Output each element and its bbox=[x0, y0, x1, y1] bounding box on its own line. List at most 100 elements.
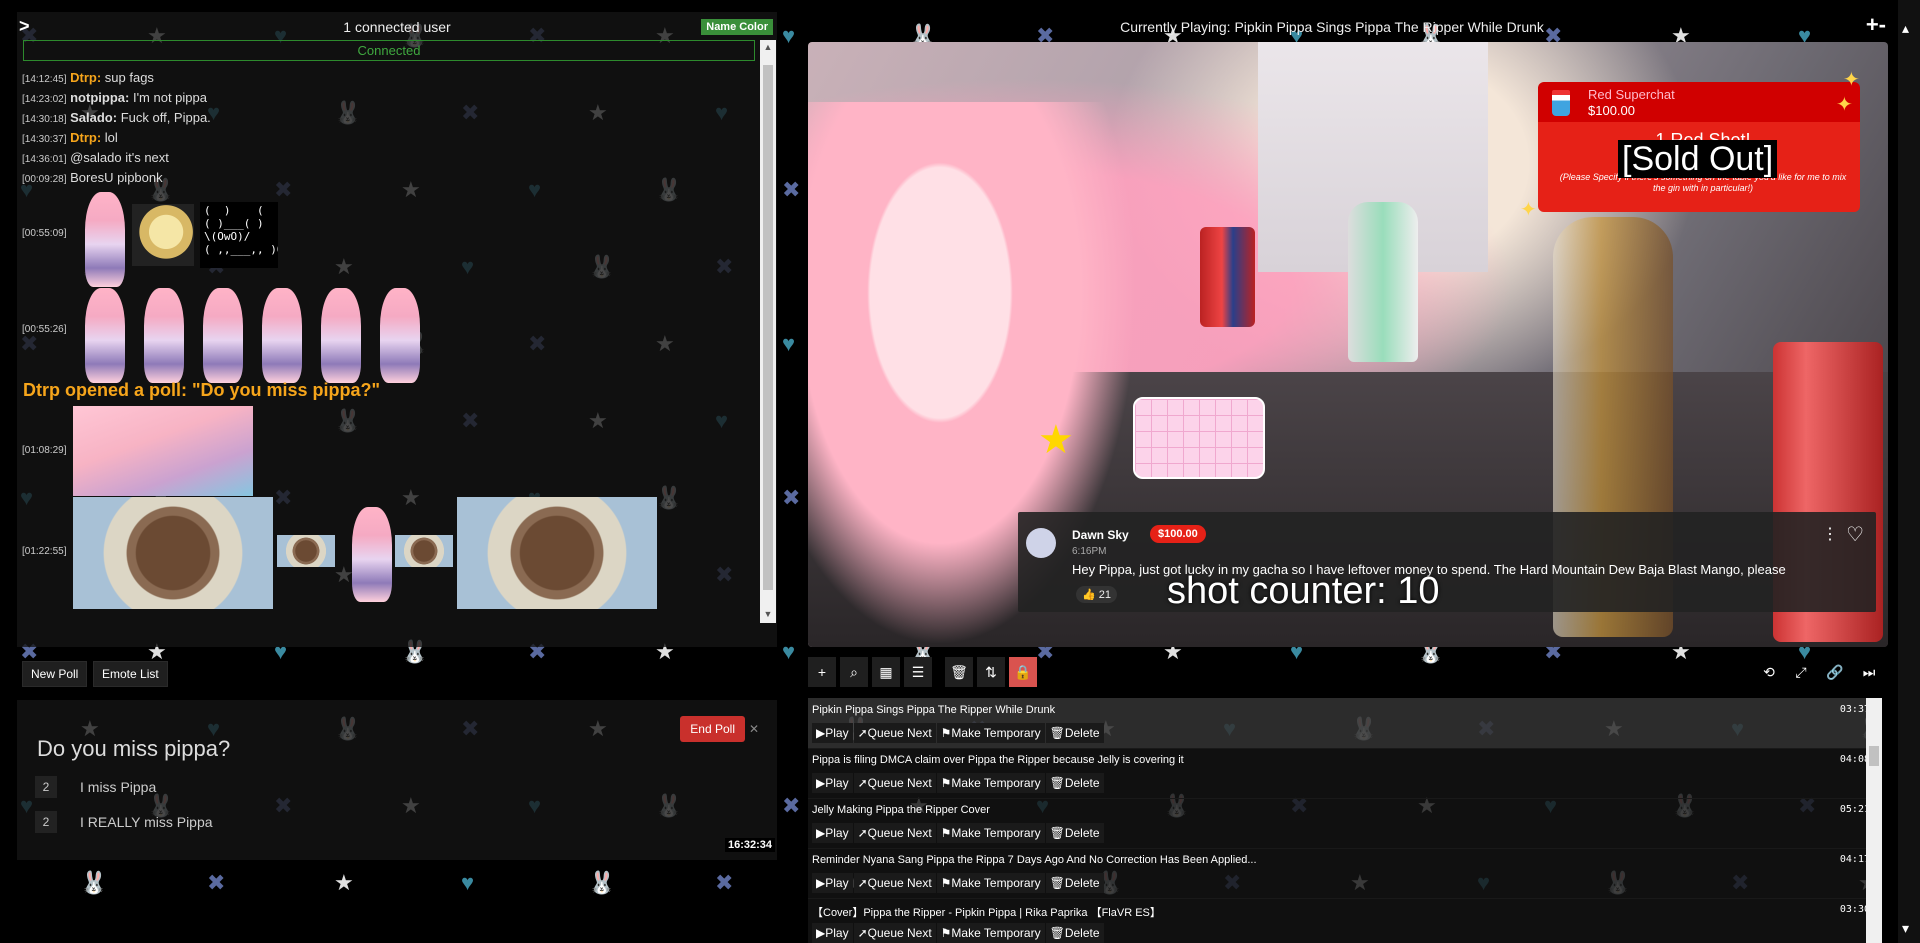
portrait-emote bbox=[395, 535, 453, 567]
timestamp: [14:30:18] bbox=[22, 114, 67, 125]
delete-button[interactable]: 🗑Delete bbox=[1045, 723, 1104, 743]
heart-icon: ♥ bbox=[782, 331, 796, 356]
list-view-button[interactable]: ☰ bbox=[904, 657, 932, 687]
grid-view-button[interactable]: ▦ bbox=[872, 657, 900, 687]
superchat-header: Red Superchat $100.00 bbox=[1538, 82, 1860, 122]
scroll-up-icon[interactable]: ▲ bbox=[760, 42, 776, 56]
pippa-emote bbox=[352, 507, 392, 602]
username[interactable]: notpippa: bbox=[70, 90, 129, 105]
resize-player-icon[interactable]: +- bbox=[1866, 12, 1886, 38]
make-temporary-button[interactable]: ⚑Make Temporary bbox=[936, 873, 1045, 893]
pippa-emote bbox=[380, 288, 420, 383]
like-count-value: 21 bbox=[1098, 589, 1112, 601]
message-text: BoresU pipbonk bbox=[70, 170, 163, 185]
delete-button[interactable]: 🗑Delete bbox=[1045, 923, 1104, 943]
timestamp: [14:36:01] bbox=[22, 154, 67, 165]
playlist-item[interactable]: Pippa is filing DMCA claim over Pippa th… bbox=[808, 748, 1874, 799]
cross-icon: ✖ bbox=[782, 177, 801, 202]
queue-next-button[interactable]: ➚Queue Next bbox=[853, 823, 936, 843]
sparkle-icon: ✦ bbox=[1520, 199, 1537, 221]
shuffle-button[interactable]: ⇅ bbox=[977, 657, 1005, 687]
skip-icon: ⏭ bbox=[1862, 664, 1876, 680]
message-text: @salado it's next bbox=[70, 150, 169, 165]
search-icon: ⌕ bbox=[850, 664, 858, 680]
playlist-scrollbar[interactable] bbox=[1866, 698, 1882, 943]
username[interactable]: Salado: bbox=[70, 110, 117, 125]
end-poll-button[interactable]: End Poll bbox=[680, 716, 745, 742]
video-title: 【Cover】Pippa the Ripper - Pipkin Pippa |… bbox=[812, 907, 1161, 919]
video-title: Pippa is filing DMCA claim over Pippa th… bbox=[812, 754, 1184, 766]
sparkle-icon: ✦ bbox=[1836, 94, 1853, 116]
list-icon: ☰ bbox=[911, 664, 925, 680]
playlist-item[interactable]: Pipkin Pippa Sings Pippa The Ripper Whil… bbox=[808, 698, 1874, 749]
search-button[interactable]: ⌕ bbox=[840, 657, 868, 687]
make-temporary-button[interactable]: ⚑Make Temporary bbox=[936, 823, 1045, 843]
make-temporary-button[interactable]: ⚑Make Temporary bbox=[936, 923, 1045, 943]
make-temporary-button[interactable]: ⚑Make Temporary bbox=[936, 773, 1045, 793]
comment-time: 6:16PM bbox=[1072, 546, 1107, 557]
reload-button[interactable]: ⟲ bbox=[1754, 657, 1784, 687]
delete-button[interactable]: 🗑Delete bbox=[1045, 773, 1104, 793]
pippa-emote bbox=[321, 288, 361, 383]
play-button[interactable]: ▶Play bbox=[812, 773, 853, 793]
playlist-item[interactable]: Reminder Nyana Sang Pippa the Rippa 7 Da… bbox=[808, 848, 1874, 899]
chat-panel: > 1 connected user Name Color Connected … bbox=[17, 12, 777, 647]
username[interactable]: Dtrp: bbox=[70, 70, 101, 85]
name-color-button[interactable]: Name Color bbox=[701, 19, 773, 35]
pippa-emote bbox=[85, 288, 125, 383]
vote-count[interactable]: 2 bbox=[35, 776, 57, 798]
pippa-emote bbox=[262, 288, 302, 383]
vote-count[interactable]: 2 bbox=[35, 811, 57, 833]
add-video-button[interactable]: + bbox=[808, 657, 836, 687]
close-poll-icon[interactable]: ✕ bbox=[749, 722, 759, 736]
play-button[interactable]: ▶Play bbox=[812, 723, 853, 743]
scroll-down-icon[interactable]: ▼ bbox=[760, 609, 776, 623]
cross-icon: ✖ bbox=[715, 870, 734, 895]
grid-icon: ▦ bbox=[879, 664, 893, 680]
shot-counter: shot counter: 10 bbox=[1167, 570, 1440, 612]
play-button[interactable]: ▶Play bbox=[812, 923, 853, 943]
play-button[interactable]: ▶Play bbox=[812, 873, 853, 893]
emote-list-button[interactable]: Emote List bbox=[93, 661, 168, 687]
more-options-icon[interactable]: ⋮ bbox=[1822, 524, 1838, 544]
queue-next-button[interactable]: ➚Queue Next bbox=[853, 923, 936, 943]
link-button[interactable]: 🔗 bbox=[1820, 657, 1850, 687]
new-poll-button[interactable]: New Poll bbox=[22, 661, 88, 687]
heart-icon[interactable]: ♡ bbox=[1846, 522, 1864, 547]
trash-icon: 🗑 bbox=[950, 664, 968, 680]
chat-message: [00:09:28] BoresU pipbonk bbox=[22, 170, 163, 185]
repeat-icon: ⟲ bbox=[1763, 664, 1775, 680]
fullscreen-button[interactable]: ⤢ bbox=[1786, 657, 1816, 687]
chat-message: [14:23:02] notpippa: I'm not pippa bbox=[22, 90, 207, 105]
scroll-thumb[interactable] bbox=[763, 65, 773, 590]
portrait-emote bbox=[277, 535, 335, 567]
sold-out-label: [Sold Out] bbox=[1618, 140, 1778, 178]
scroll-up-icon[interactable]: ▴ bbox=[1902, 20, 1909, 37]
delete-button[interactable]: 🗑Delete bbox=[1045, 823, 1104, 843]
play-button[interactable]: ▶Play bbox=[812, 823, 853, 843]
make-temporary-button[interactable]: ⚑Make Temporary bbox=[936, 723, 1045, 743]
scroll-thumb[interactable] bbox=[1869, 746, 1879, 766]
chat-scrollbar[interactable]: ▲ ▼ bbox=[760, 40, 776, 623]
clear-playlist-button[interactable]: 🗑 bbox=[945, 657, 973, 687]
username[interactable]: Dtrp: bbox=[70, 130, 101, 145]
queue-next-button[interactable]: ➚Queue Next bbox=[853, 773, 936, 793]
playlist-item[interactable]: Jelly Making Pippa the Ripper Cover 05:2… bbox=[808, 798, 1874, 849]
timestamp: [01:08:29] bbox=[22, 445, 67, 456]
sparkle-icon: ✦ bbox=[1843, 69, 1860, 91]
playlist-item[interactable]: 【Cover】Pippa the Ripper - Pipkin Pippa |… bbox=[808, 898, 1874, 943]
queue-next-button[interactable]: ➚Queue Next bbox=[853, 723, 936, 743]
delete-button[interactable]: 🗑Delete bbox=[1045, 873, 1104, 893]
queue-next-button[interactable]: ➚Queue Next bbox=[853, 873, 936, 893]
lock-playlist-button[interactable]: 🔒 bbox=[1009, 657, 1037, 687]
item-actions: ▶Play ➚Queue Next ⚑Make Temporary 🗑Delete bbox=[812, 873, 1105, 893]
cross-icon: ✖ bbox=[782, 793, 801, 818]
now-playing-title: Currently Playing: Pipkin Pippa Sings Pi… bbox=[1120, 19, 1544, 35]
skip-button[interactable]: ⏭ bbox=[1854, 657, 1884, 687]
page-scrollbar[interactable]: ▴ ▾ bbox=[1898, 0, 1920, 943]
item-actions: ▶Play ➚Queue Next ⚑Make Temporary 🗑Delete bbox=[812, 773, 1105, 793]
poll-announcement: Dtrp opened a poll: "Do you miss pippa?" bbox=[23, 380, 381, 400]
video-player[interactable]: ★ Red Superchat $100.00 1 Red Shot! (Ple… bbox=[808, 42, 1888, 647]
pippa-emote bbox=[85, 192, 125, 287]
scroll-down-icon[interactable]: ▾ bbox=[1902, 920, 1909, 937]
